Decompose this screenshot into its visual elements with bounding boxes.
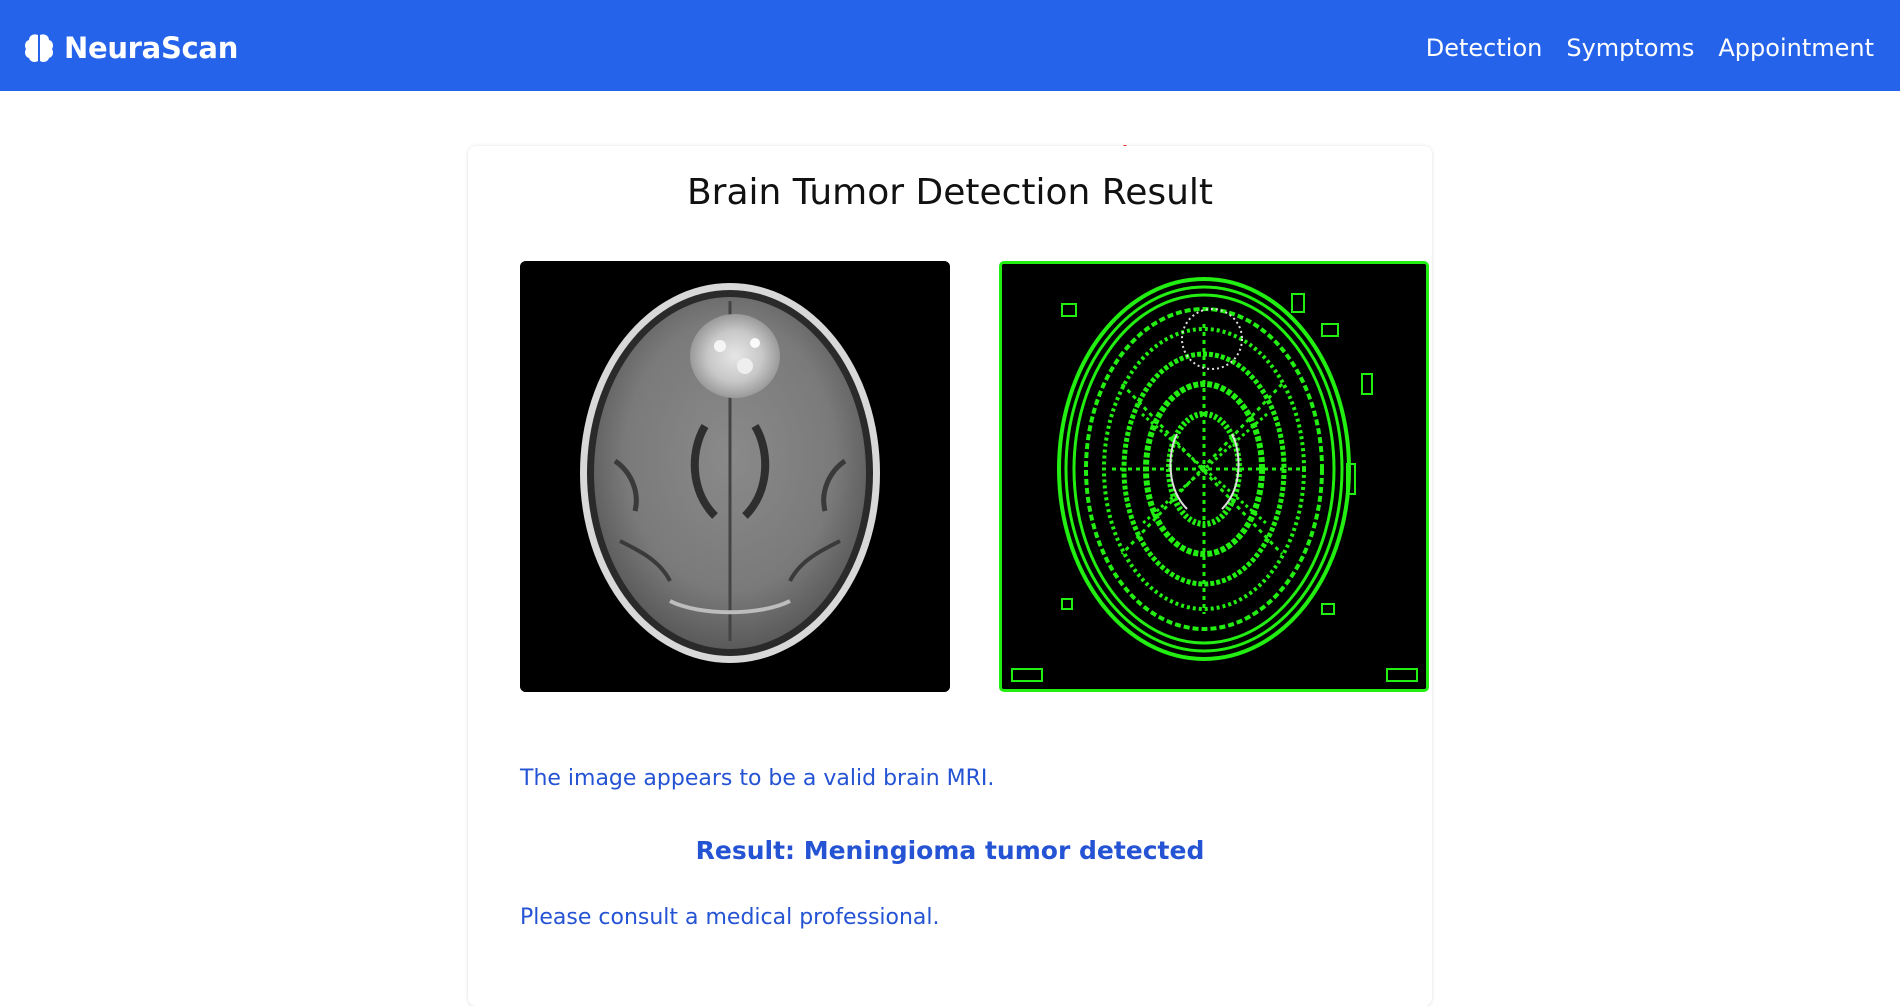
- page-title: Brain Tumor Detection Result: [686, 172, 1214, 213]
- nav-links: Detection Symptoms Appointment: [1426, 28, 1874, 68]
- validation-message: The image appears to be a valid brain MR…: [520, 766, 995, 791]
- top-navbar: NeuraScan Detection Symptoms Appointment: [0, 0, 1900, 91]
- edge-detection-image: [999, 261, 1429, 692]
- result-card: Brain Tumor Detection Result The image a…: [468, 146, 1432, 1006]
- nav-symptoms-link[interactable]: Symptoms: [1566, 28, 1694, 68]
- nav-detection-link[interactable]: Detection: [1426, 28, 1543, 68]
- detection-result: Result: Meningioma tumor detected: [695, 836, 1205, 865]
- nav-appointment-link[interactable]: Appointment: [1718, 28, 1874, 68]
- brand-link[interactable]: NeuraScan: [24, 28, 238, 68]
- brain-icon: [24, 32, 54, 64]
- mri-scan-image: [520, 261, 950, 692]
- consult-advice: Please consult a medical professional.: [520, 905, 940, 930]
- brand-name: NeuraScan: [64, 31, 239, 65]
